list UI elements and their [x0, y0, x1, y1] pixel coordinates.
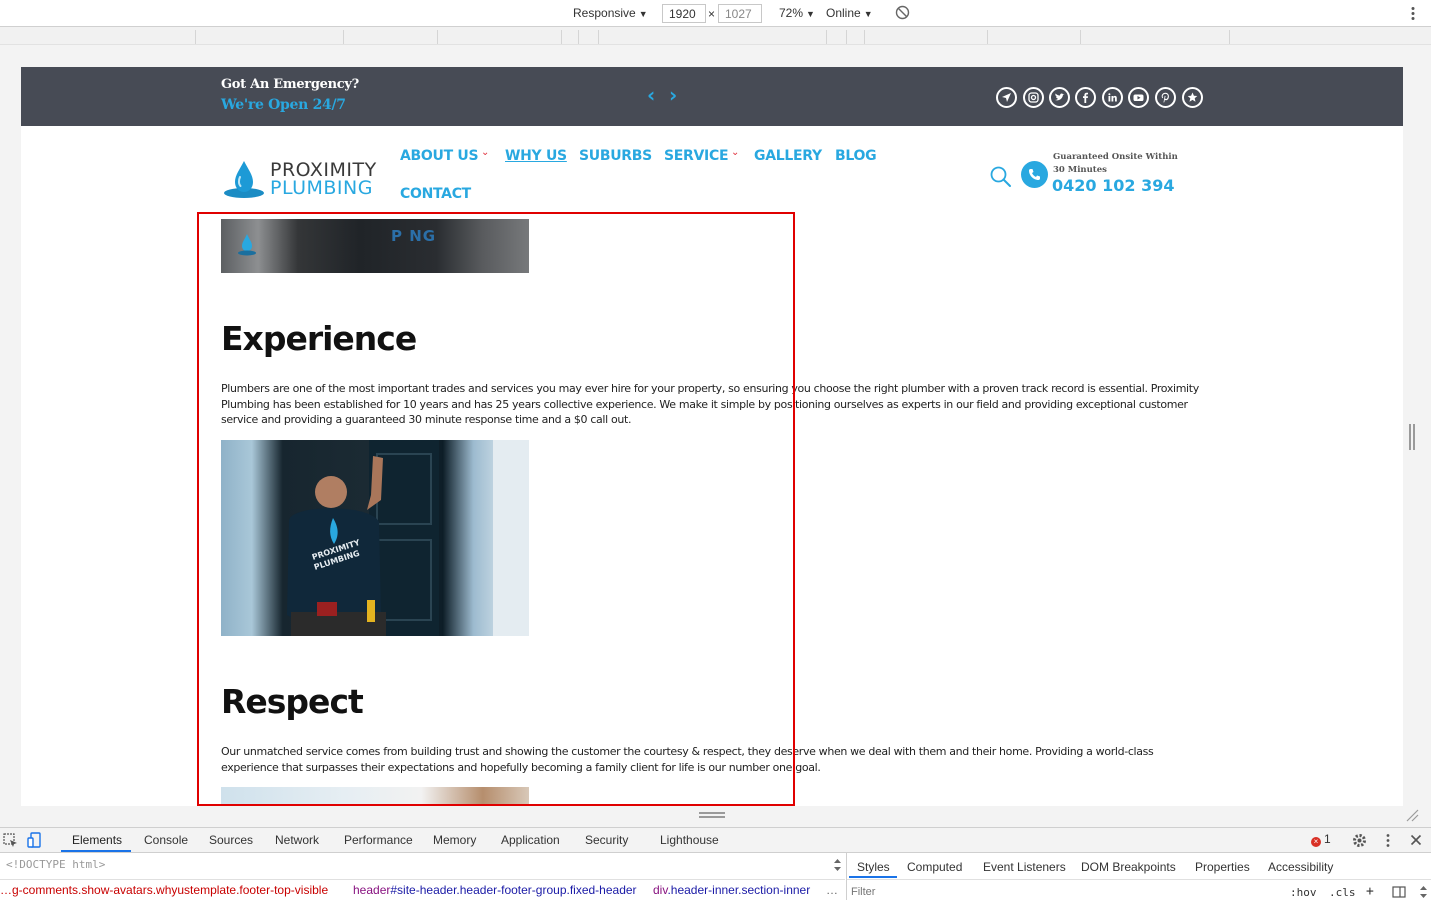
tab-computed[interactable]: Computed: [907, 860, 962, 874]
star-icon[interactable]: [1182, 87, 1203, 108]
tab-application[interactable]: Application: [501, 833, 560, 847]
site-logo[interactable]: PROXIMITY PLUMBING: [222, 155, 382, 201]
media-query-ruler[interactable]: [0, 27, 1431, 45]
tab-accessibility[interactable]: Accessibility: [1268, 860, 1333, 874]
sidebar-toggle-icon[interactable]: [1392, 886, 1406, 898]
dom-scroll-arrows-icon[interactable]: [833, 857, 842, 873]
zoom-select[interactable]: 72% ▼: [779, 6, 815, 20]
viewport-resize-corner-icon[interactable]: [1405, 808, 1419, 822]
heading-respect: Respect: [221, 682, 364, 721]
styles-tab-indicator: [849, 876, 897, 878]
error-icon: ×: [1311, 837, 1321, 847]
more-options-icon[interactable]: [1410, 6, 1416, 21]
device-mode-select[interactable]: Responsive ▼: [573, 6, 648, 20]
inspect-element-icon[interactable]: [3, 833, 18, 848]
phone-icon[interactable]: [1021, 161, 1048, 188]
instagram-icon[interactable]: [1023, 87, 1044, 108]
paragraph-experience: Plumbers are one of the most important t…: [221, 382, 1199, 426]
heading-experience: Experience: [221, 319, 417, 358]
tab-network[interactable]: Network: [275, 833, 319, 847]
tab-memory[interactable]: Memory: [433, 833, 476, 847]
network-throttle-select[interactable]: Online ▼: [826, 6, 873, 20]
breadcrumb-more[interactable]: …: [826, 883, 838, 897]
tab-console[interactable]: Console: [144, 833, 188, 847]
tab-properties[interactable]: Properties: [1195, 860, 1250, 874]
nav-suburbs[interactable]: SUBURBS: [579, 148, 652, 164]
device-toolbar: Responsive▼ × 72%▼ Online▼: [0, 0, 1431, 27]
nav-about-us[interactable]: ABOUT US: [400, 148, 479, 164]
youtube-icon[interactable]: [1128, 87, 1149, 108]
tab-sources[interactable]: Sources: [209, 833, 253, 847]
location-arrow-icon[interactable]: [996, 87, 1017, 108]
facebook-icon[interactable]: [1075, 87, 1096, 108]
settings-gear-icon[interactable]: [1352, 833, 1367, 848]
viewport-height-input[interactable]: [718, 4, 762, 23]
nav-gallery[interactable]: GALLERY: [754, 148, 822, 164]
truck-signage-text: P NG: [391, 227, 437, 245]
paragraph-respect: Our unmatched service comes from buildin…: [221, 745, 1154, 774]
next-arrow-icon[interactable]: ›: [669, 83, 677, 107]
styles-scroll-arrows-icon[interactable]: [1419, 885, 1428, 899]
logo-text-plumbing: PLUMBING: [270, 177, 373, 199]
nav-contact[interactable]: CONTACT: [400, 186, 471, 202]
dimension-separator: ×: [708, 7, 716, 21]
about-chevron-down-icon: ⌄: [481, 147, 490, 158]
tab-dom-breakpoints[interactable]: DOM Breakpoints: [1081, 860, 1176, 874]
tab-lighthouse[interactable]: Lighthouse: [660, 833, 719, 847]
team-truck-photo: P NG: [221, 219, 529, 273]
dom-doctype-line[interactable]: <!DOCTYPE html>: [6, 858, 105, 871]
nav-why-us[interactable]: WHY US: [505, 148, 567, 164]
respect-photo: [221, 787, 529, 806]
viewport-resize-handle-bottom[interactable]: [699, 812, 725, 820]
open-hours-label: We're Open 24/7: [221, 97, 346, 113]
phone-number[interactable]: 0420 102 394: [1052, 176, 1174, 195]
tab-security[interactable]: Security: [585, 833, 628, 847]
pinterest-icon[interactable]: [1155, 87, 1176, 108]
device-toggle-icon[interactable]: [27, 832, 43, 849]
service-chevron-down-icon: ⌄: [731, 147, 740, 158]
plumber-door-photo: PROXIMITY PLUMBING: [221, 440, 529, 636]
error-count-badge[interactable]: × 1: [1311, 832, 1331, 847]
hover-state-toggle[interactable]: :hov: [1290, 886, 1317, 899]
devtools-tab-bar: Elements Console Sources Network Perform…: [0, 828, 1431, 853]
add-rule-plus-icon[interactable]: +: [1366, 884, 1374, 899]
twitter-icon[interactable]: [1049, 87, 1070, 108]
breadcrumb-header-inner[interactable]: div.header-inner.section-inner: [653, 883, 810, 897]
guarantee-label: Guaranteed Onsite Within 30 Minutes: [1053, 152, 1178, 175]
dom-breadcrumbs: …g-comments.show-avatars.whyustemplate.f…: [0, 879, 845, 900]
rotate-icon[interactable]: [895, 5, 910, 20]
search-icon[interactable]: [989, 165, 1013, 189]
breadcrumb-header[interactable]: header#site-header.header-footer-group.f…: [353, 883, 637, 897]
styles-filter-input[interactable]: [851, 885, 1281, 899]
close-devtools-icon[interactable]: [1410, 834, 1422, 846]
breadcrumb-body[interactable]: …g-comments.show-avatars.whyustemplate.f…: [0, 883, 328, 897]
styles-pane: Styles Computed Event Listeners DOM Brea…: [846, 853, 1431, 900]
devtools-menu-icon[interactable]: [1385, 833, 1391, 848]
nav-blog[interactable]: BLOG: [835, 148, 877, 164]
nav-service[interactable]: SERVICE: [664, 148, 729, 164]
water-drop-icon: [224, 161, 264, 198]
styles-filter-bar: :hov .cls +: [847, 879, 1431, 900]
active-tab-indicator: [61, 850, 131, 852]
linkedin-icon[interactable]: [1102, 87, 1123, 108]
class-toggle[interactable]: .cls: [1329, 886, 1356, 899]
tab-event-listeners[interactable]: Event Listeners: [983, 860, 1066, 874]
truck-logo-drop-icon: [238, 234, 256, 256]
emergency-label: Got An Emergency?: [221, 77, 359, 92]
devtools-panel: Elements Console Sources Network Perform…: [0, 827, 1431, 900]
tab-styles[interactable]: Styles: [857, 860, 890, 874]
prev-arrow-icon[interactable]: ‹: [647, 83, 655, 107]
top-bar: Got An Emergency? We're Open 24/7 ‹ ›: [21, 67, 1403, 126]
website-page: Got An Emergency? We're Open 24/7 ‹ › PR…: [21, 67, 1403, 806]
viewport-resize-handle-right[interactable]: [1409, 424, 1417, 450]
tab-elements[interactable]: Elements: [72, 833, 122, 847]
tab-performance[interactable]: Performance: [344, 833, 413, 847]
viewport-width-input[interactable]: [662, 4, 706, 23]
